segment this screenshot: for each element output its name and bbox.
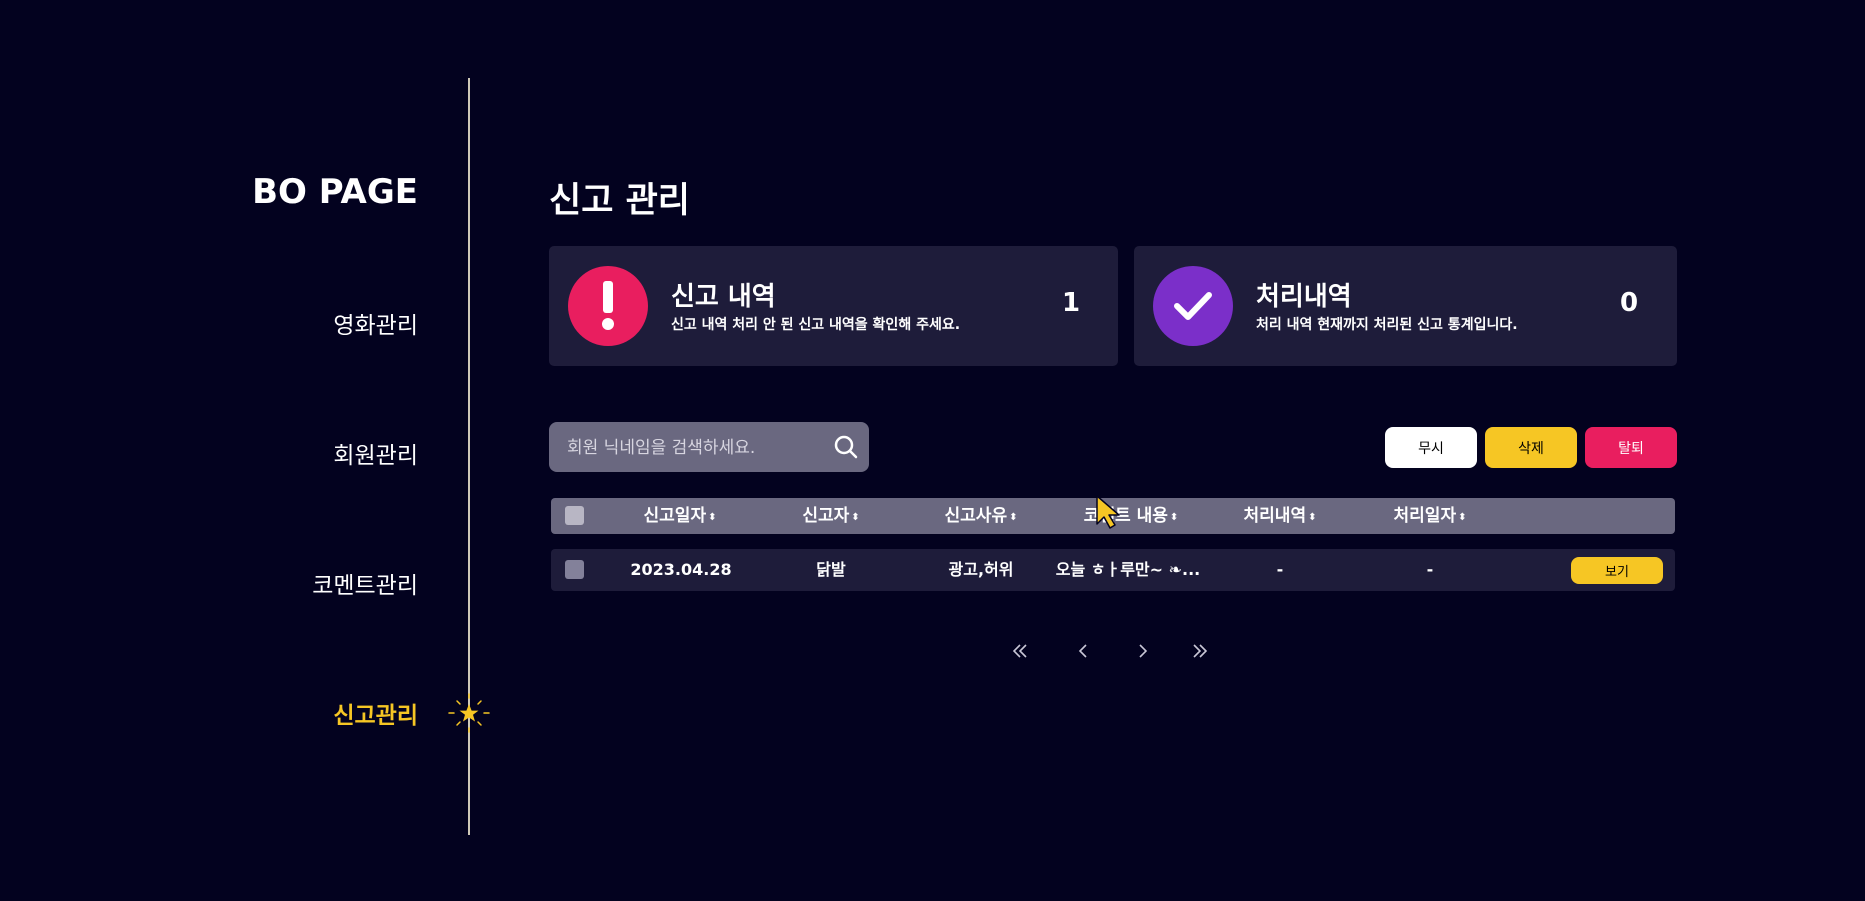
report-stat-desc: 신고 내역 처리 안 된 신고 내역을 확인해 주세요. (671, 317, 961, 333)
sidebar-item-members[interactable]: 회원관리 (333, 436, 418, 470)
sort-icon: ⬍ (851, 512, 860, 523)
brand-title: BO PAGE (252, 172, 418, 212)
sidebar-item-reports[interactable]: 신고관리 (333, 696, 418, 730)
table-row: 2023.04.28 닭발 광고,허위 오늘 ㅎㅏ루만~ ❧... - - 보기 (551, 549, 1675, 591)
report-stat-count: 1 (1062, 288, 1081, 318)
search-icon[interactable] (833, 434, 859, 460)
cell-processed-date: - (1426, 560, 1434, 579)
delete-button[interactable]: 삭제 (1485, 427, 1577, 468)
column-label: 처리내역 (1243, 506, 1307, 526)
cell-date: 2023.04.28 (630, 560, 732, 579)
mouse-cursor-icon (1096, 495, 1120, 529)
report-stat-card: 신고 내역 신고 내역 처리 안 된 신고 내역을 확인해 주세요. 1 (549, 246, 1118, 366)
select-all-checkbox[interactable] (565, 506, 584, 525)
search-input[interactable] (565, 422, 819, 474)
page-title: 신고 관리 (549, 181, 690, 221)
report-management-page: BO PAGE 영화관리 회원관리 코멘트관리 신고관리 신고 관리 신고 내역… (0, 0, 1865, 901)
exclamation-icon (568, 266, 648, 346)
processed-stat-title: 처리내역 (1256, 282, 1352, 312)
column-header-status[interactable]: 처리내역 ⬍ (1244, 498, 1317, 534)
column-header-reason[interactable]: 신고사유 ⬍ (945, 498, 1018, 534)
next-page-icon[interactable] (1128, 636, 1158, 666)
sort-icon: ⬍ (708, 512, 717, 523)
processed-stat-card: 처리내역 처리 내역 현재까지 처리된 신고 통계입니다. 0 (1134, 246, 1677, 366)
column-header-processed-date[interactable]: 처리일자 ⬍ (1394, 498, 1467, 534)
processed-stat-desc: 처리 내역 현재까지 처리된 신고 통계입니다. (1256, 317, 1518, 333)
sort-icon: ⬍ (1458, 512, 1467, 523)
cell-reporter: 닭발 (816, 560, 846, 579)
cell-status: - (1276, 560, 1284, 579)
column-label: 처리일자 (1393, 506, 1457, 526)
sort-icon: ⬍ (1009, 512, 1018, 523)
sort-icon: ⬍ (1169, 512, 1179, 523)
checkmark-icon (1153, 266, 1233, 346)
star-icon (448, 693, 490, 733)
column-label: 신고자 (802, 506, 850, 526)
cell-content: 오늘 ㅎㅏ루만~ ❧... (1055, 560, 1201, 579)
column-label: 신고일자 (643, 506, 707, 526)
last-page-icon[interactable] (1185, 636, 1215, 666)
column-header-date[interactable]: 신고일자 ⬍ (644, 498, 717, 534)
processed-stat-count: 0 (1620, 288, 1639, 318)
withdraw-button[interactable]: 탈퇴 (1585, 427, 1677, 468)
column-header-reporter[interactable]: 신고자 ⬍ (802, 498, 859, 534)
first-page-icon[interactable] (1005, 636, 1035, 666)
view-button[interactable]: 보기 (1571, 557, 1663, 584)
sidebar-item-comments[interactable]: 코멘트관리 (312, 566, 418, 600)
prev-page-icon[interactable] (1068, 636, 1098, 666)
sidebar-item-movies[interactable]: 영화관리 (333, 306, 418, 340)
cell-reason: 광고,허위 (948, 560, 1014, 579)
row-checkbox[interactable] (565, 560, 584, 579)
report-stat-title: 신고 내역 (671, 282, 776, 312)
column-label: 신고사유 (944, 506, 1008, 526)
search-bar (549, 422, 869, 474)
sort-icon: ⬍ (1308, 512, 1317, 523)
ignore-button[interactable]: 무시 (1385, 427, 1477, 468)
